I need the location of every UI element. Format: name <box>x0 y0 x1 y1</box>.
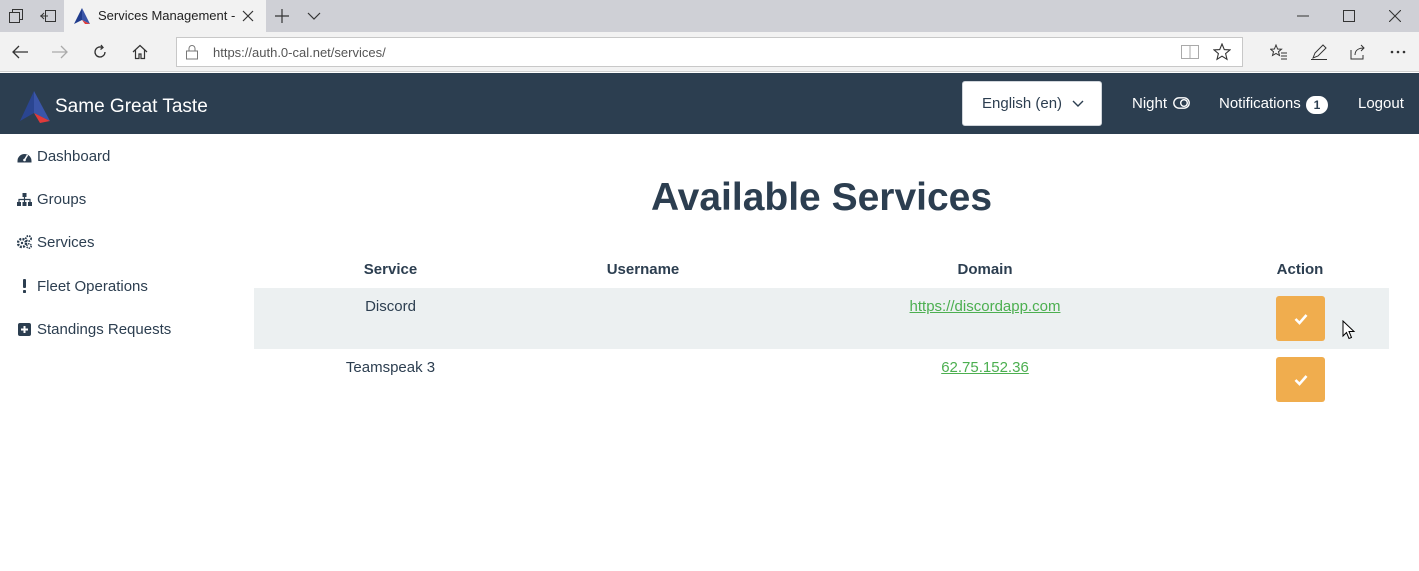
share-icon[interactable] <box>1342 36 1374 68</box>
chevron-down-icon <box>1072 100 1084 107</box>
page-title: Available Services <box>650 176 993 219</box>
lock-icon[interactable] <box>185 44 199 60</box>
refresh-icon[interactable] <box>84 36 116 68</box>
service-name: Discord <box>365 298 416 315</box>
sidebar-item-groups[interactable]: Groups <box>17 188 86 210</box>
minimize-icon[interactable] <box>1280 0 1326 32</box>
logout-link[interactable]: Logout <box>1358 95 1404 112</box>
table-row: Teamspeak 3 62.75.152.36 <box>254 349 1389 410</box>
web-note-pen-icon[interactable] <box>1303 36 1335 68</box>
activate-service-button[interactable] <box>1276 296 1325 341</box>
browser-tab-bar: Services Management - <box>0 0 1419 32</box>
favorite-star-icon[interactable] <box>1213 43 1231 61</box>
column-header-service: Service <box>363 261 418 278</box>
domain-link[interactable]: 62.75.152.36 <box>941 359 1029 376</box>
sidebar-item-standings-requests[interactable]: Standings Requests <box>17 318 171 340</box>
activate-service-button[interactable] <box>1276 357 1325 402</box>
sidebar-nav: Dashboard Groups Services Fleet Operatio… <box>0 134 240 571</box>
sidebar-item-label: Services <box>37 233 95 251</box>
language-select[interactable]: English (en) <box>962 81 1102 126</box>
site-logo-icon <box>74 8 90 24</box>
url-text[interactable]: https://auth.0-cal.net/services/ <box>213 45 386 60</box>
close-window-icon[interactable] <box>1372 0 1418 32</box>
more-options-icon[interactable] <box>1382 36 1414 68</box>
plus-square-icon <box>17 322 32 337</box>
column-header-username: Username <box>606 261 680 278</box>
tab-preview-chevron-icon[interactable] <box>298 0 330 32</box>
home-icon[interactable] <box>124 36 156 68</box>
new-tab-icon[interactable] <box>266 0 298 32</box>
sitemap-icon <box>17 192 32 207</box>
service-name: Teamspeak 3 <box>345 359 436 376</box>
back-icon[interactable] <box>4 36 36 68</box>
set-tabs-aside-icon[interactable] <box>32 0 64 32</box>
app-header: Same Great Taste English (en) Night Noti… <box>0 73 1419 134</box>
table-row: Discord https://discordapp.com <box>254 288 1389 349</box>
cogs-icon <box>17 235 32 250</box>
browser-nav-bar: https://auth.0-cal.net/services/ <box>0 32 1419 72</box>
language-selected-value: English (en) <box>982 95 1063 112</box>
exclamation-icon <box>17 279 32 294</box>
column-header-action: Action <box>1276 261 1324 278</box>
mouse-cursor-icon <box>1342 320 1356 340</box>
active-tab[interactable]: Services Management - <box>64 0 266 32</box>
check-icon <box>1294 374 1307 386</box>
column-header-domain: Domain <box>957 261 1013 278</box>
toggle-off-icon[interactable] <box>1173 97 1190 109</box>
domain-link[interactable]: https://discordapp.com <box>910 298 1061 315</box>
check-icon <box>1294 313 1307 325</box>
notifications-count-badge[interactable]: 1 <box>1306 96 1328 114</box>
address-bar[interactable]: https://auth.0-cal.net/services/ <box>176 37 1243 67</box>
forward-icon[interactable] <box>44 36 76 68</box>
night-mode-toggle[interactable]: Night <box>1132 95 1167 112</box>
tab-manager-icon[interactable] <box>0 0 32 32</box>
reading-view-icon[interactable] <box>1181 44 1199 60</box>
sidebar-item-label: Fleet Operations <box>37 277 148 295</box>
sidebar-item-dashboard[interactable]: Dashboard <box>17 145 110 167</box>
sidebar-item-label: Groups <box>37 190 87 208</box>
favorites-hub-icon[interactable] <box>1263 36 1295 68</box>
dashboard-icon <box>17 149 32 164</box>
sidebar-item-label: Standings Requests <box>37 320 172 338</box>
brand-logo-icon[interactable] <box>20 91 50 123</box>
maximize-icon[interactable] <box>1326 0 1372 32</box>
sidebar-item-label: Dashboard <box>37 147 111 165</box>
tab-title: Services Management - <box>98 8 236 23</box>
brand-name[interactable]: Same Great Taste <box>55 96 208 118</box>
notifications-link[interactable]: Notifications <box>1219 95 1301 112</box>
sidebar-item-services[interactable]: Services <box>17 231 95 253</box>
sidebar-item-fleet-operations[interactable]: Fleet Operations <box>17 275 148 297</box>
close-tab-icon[interactable] <box>240 8 256 24</box>
